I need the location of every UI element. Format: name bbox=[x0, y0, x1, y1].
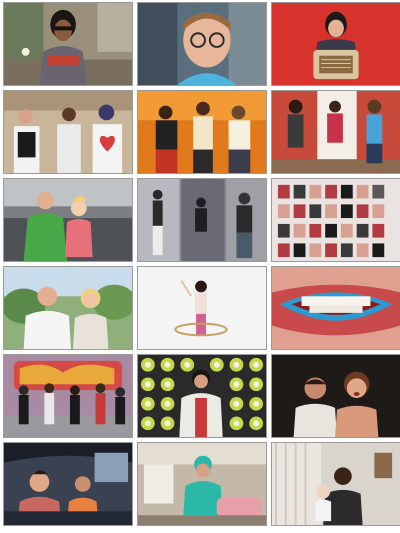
thumbnail-4[interactable] bbox=[3, 90, 133, 174]
thumbnail-17[interactable] bbox=[137, 442, 267, 526]
thumbnail-grid bbox=[0, 0, 400, 533]
thumbnail-18[interactable] bbox=[271, 442, 400, 526]
thumbnail-3[interactable] bbox=[271, 2, 400, 86]
thumbnail-6[interactable] bbox=[271, 90, 400, 174]
thumbnail-5[interactable] bbox=[137, 90, 267, 174]
thumbnail-11[interactable] bbox=[137, 266, 267, 350]
thumbnail-14[interactable] bbox=[137, 354, 267, 438]
thumbnail-15[interactable] bbox=[271, 354, 400, 438]
thumbnail-13[interactable] bbox=[3, 354, 133, 438]
thumbnail-16[interactable] bbox=[3, 442, 133, 526]
thumbnail-2[interactable] bbox=[137, 2, 267, 86]
thumbnail-10[interactable] bbox=[3, 266, 133, 350]
thumbnail-9[interactable] bbox=[271, 178, 400, 262]
thumbnail-8[interactable] bbox=[137, 178, 267, 262]
thumbnail-7[interactable] bbox=[3, 178, 133, 262]
thumbnail-12[interactable] bbox=[271, 266, 400, 350]
thumbnail-1[interactable] bbox=[3, 2, 133, 86]
